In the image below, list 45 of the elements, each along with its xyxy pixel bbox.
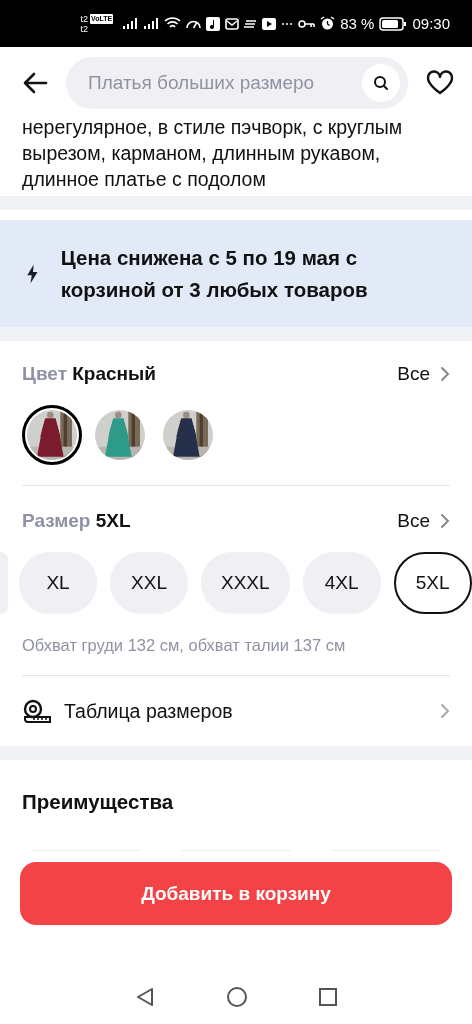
add-to-cart-button[interactable]: Добавить в корзину <box>20 862 452 925</box>
battery-icon <box>379 16 408 31</box>
size-chip[interactable]: XXL <box>110 552 188 614</box>
size-table-row[interactable]: Таблица размеров <box>0 676 472 746</box>
see-all-link[interactable]: Все <box>397 363 450 385</box>
wifi-icon <box>164 17 182 30</box>
chevron-right-icon <box>440 703 450 719</box>
size-chip[interactable]: 5XL <box>393 552 472 614</box>
section-title: Преимущества <box>22 789 175 814</box>
size-chip[interactable]: XXXL <box>201 552 290 614</box>
search-bar[interactable]: Платья больших размеро <box>66 56 408 109</box>
promo-text: Цена снижена с 5 по 19 мая с корзиной от 3 любых товаров <box>60 244 369 303</box>
signal-icon <box>143 17 160 30</box>
battery-percent: 83 % <box>340 15 375 32</box>
play-icon <box>262 17 277 30</box>
lines-icon <box>244 18 258 29</box>
color-swatch[interactable] <box>22 405 82 465</box>
size-label: Размер 5XL <box>22 510 131 532</box>
chevron-right-icon <box>440 513 450 529</box>
signal-icon <box>122 17 139 30</box>
size-chip[interactable]: XL <box>19 552 97 614</box>
recents-icon[interactable] <box>318 987 338 1007</box>
see-all-link[interactable]: Все <box>397 510 450 532</box>
alarm-icon <box>320 16 336 31</box>
carrier-label: t2 <box>80 13 89 24</box>
music-note-icon <box>206 16 221 31</box>
home-icon[interactable] <box>226 986 248 1008</box>
search-icon <box>373 74 389 91</box>
color-label: Цвет Красный <box>22 363 156 385</box>
tape-measure-icon <box>22 699 52 723</box>
mail-icon <box>225 16 240 31</box>
size-table-label: Таблица размеров <box>64 699 234 723</box>
clock: 09:30 <box>412 15 450 32</box>
heart-icon[interactable] <box>426 70 454 95</box>
speedometer-icon <box>186 18 202 29</box>
size-chip[interactable]: 4XL <box>302 552 381 614</box>
size-hint: Обхват груди 132 см, обхват талии 137 см <box>22 636 347 655</box>
back-arrow-icon[interactable] <box>22 71 48 94</box>
search-button[interactable] <box>362 63 400 102</box>
more-icon <box>281 21 294 26</box>
chevron-right-icon <box>440 366 450 382</box>
product-description: нерегулярное, в стиле пэчворк, с круглым вырезом, карманом, длинным рукавом, длинное платье с подолом <box>21 115 404 192</box>
back-icon[interactable] <box>134 986 156 1008</box>
carrier-label: t2 <box>80 23 90 34</box>
key-icon <box>298 18 316 29</box>
